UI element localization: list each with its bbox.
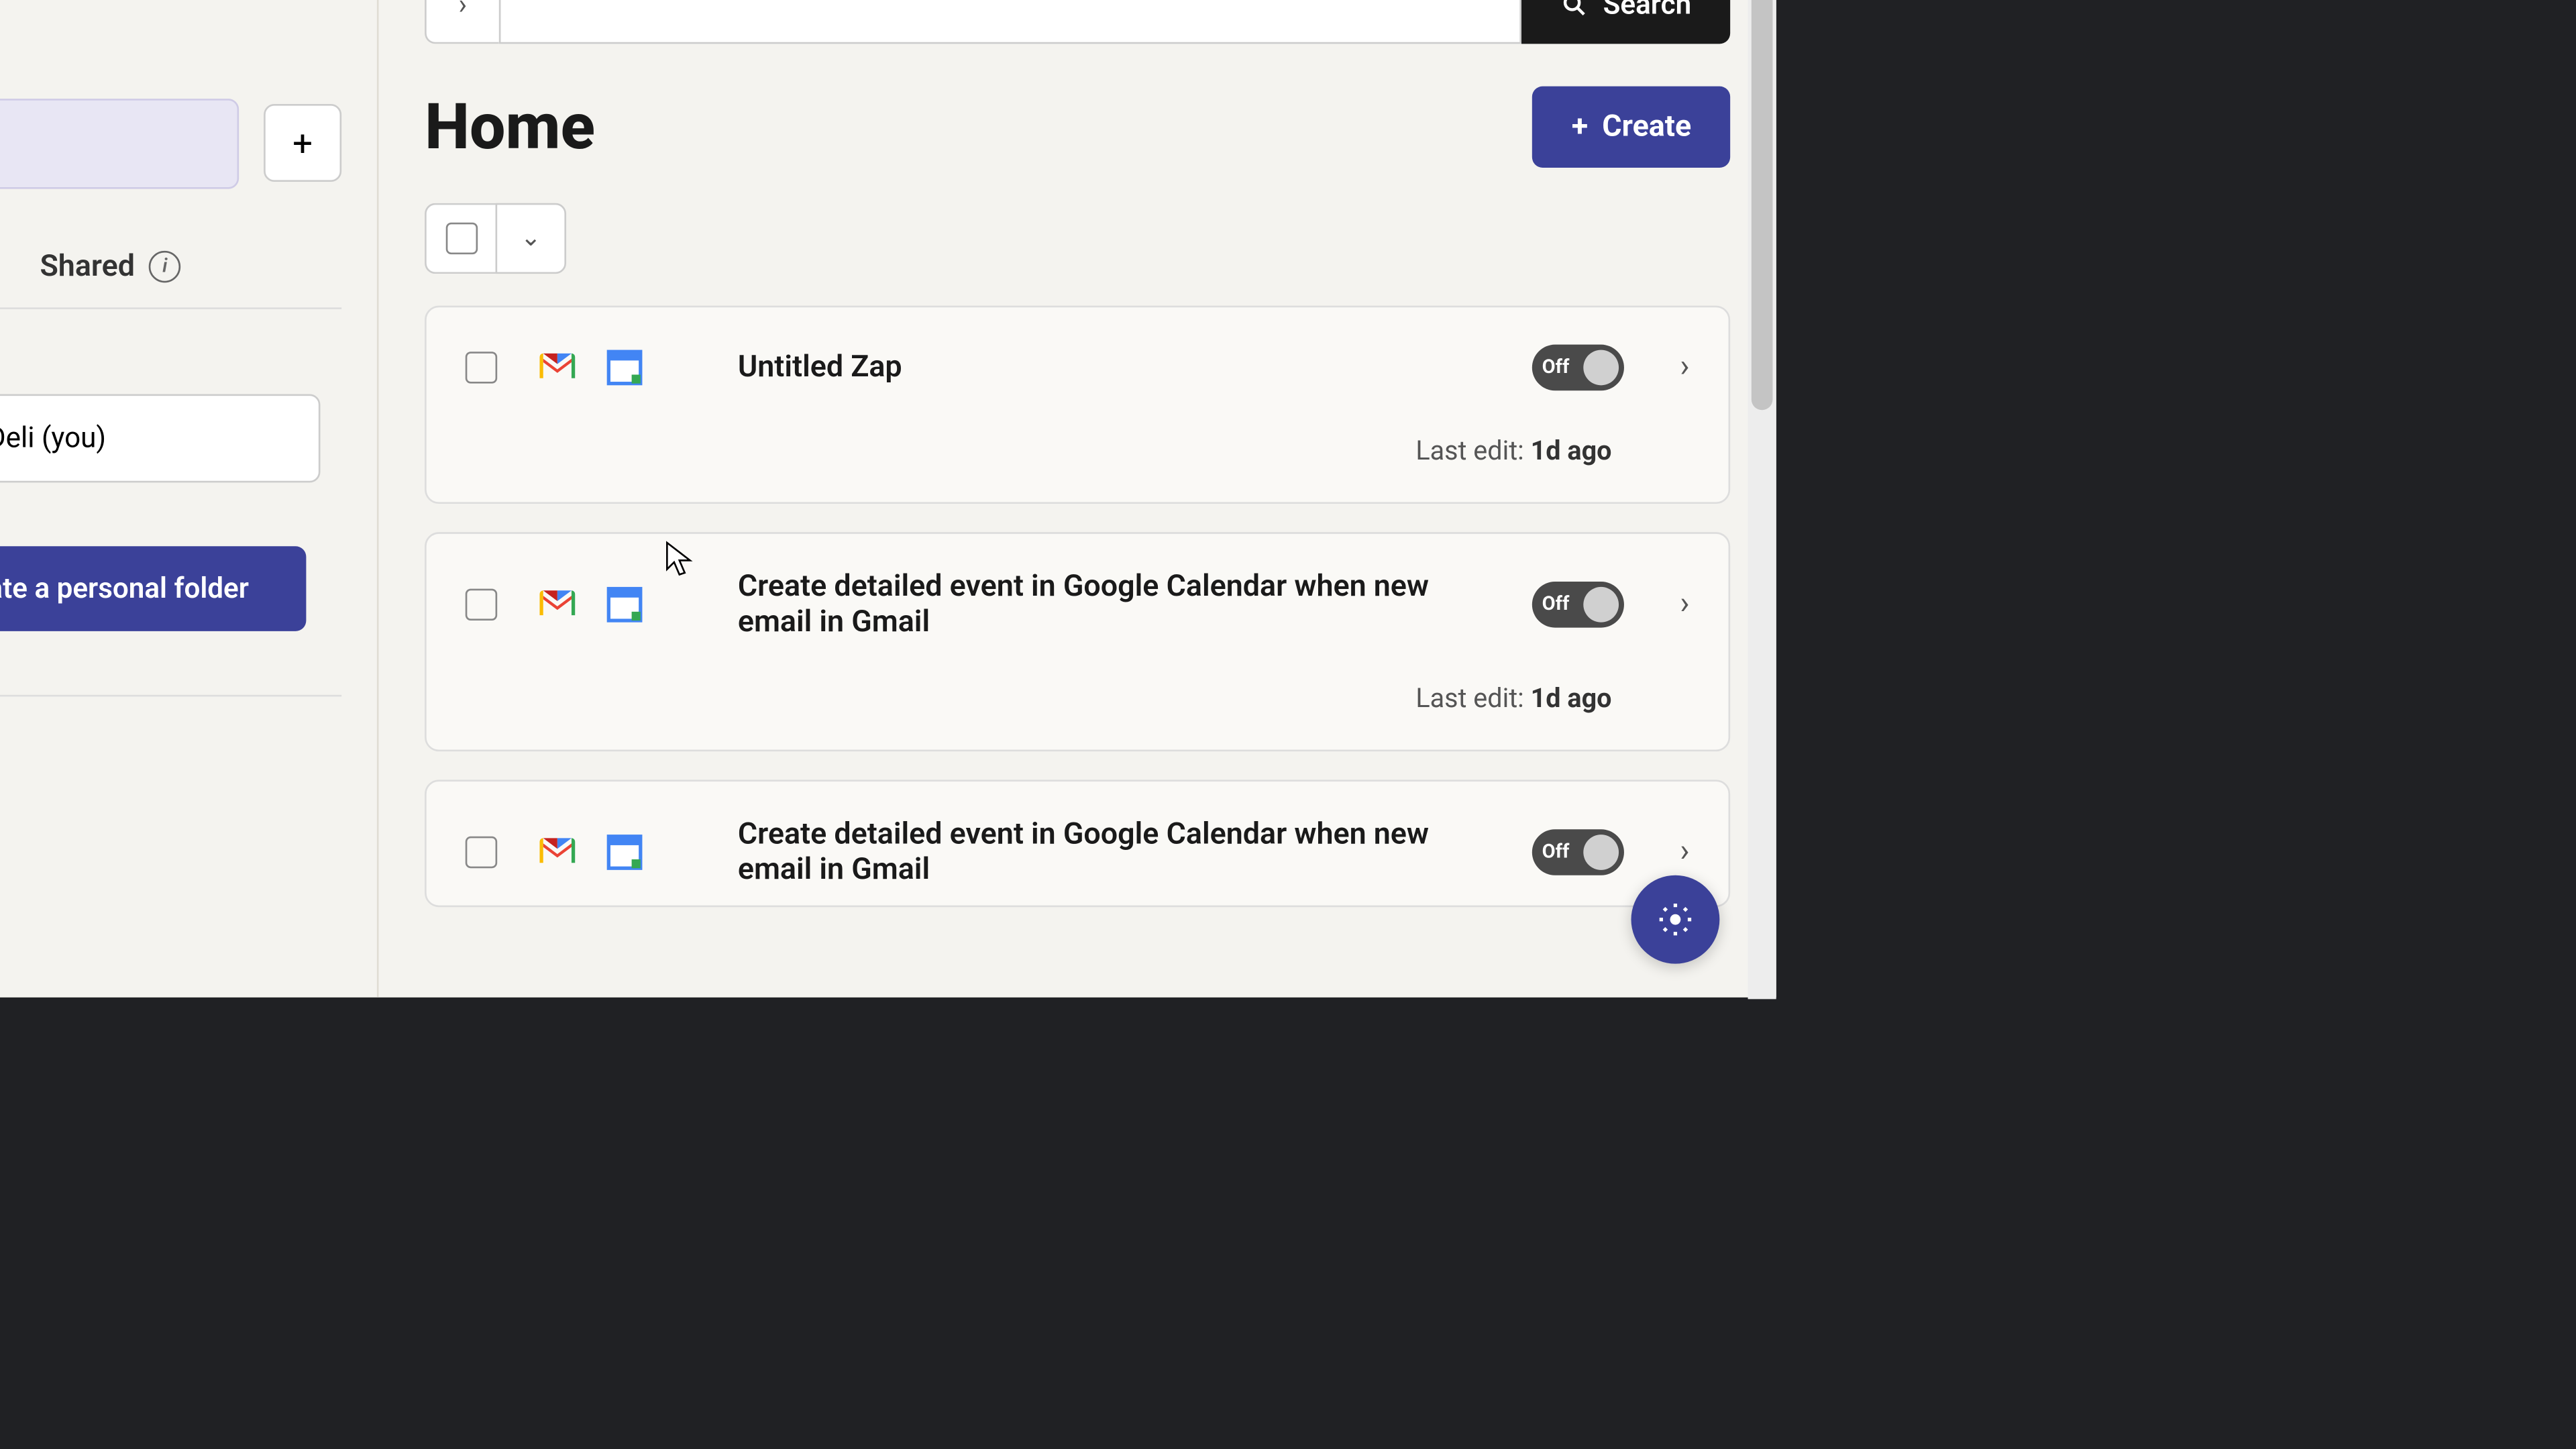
zap-checkbox[interactable]	[466, 835, 497, 867]
chevron-right-icon: ›	[458, 0, 467, 21]
last-edit-label: Last edit:	[1415, 682, 1523, 713]
folder-tabs: Personal i Shared i	[0, 231, 341, 309]
divider	[0, 694, 341, 696]
plus-icon: +	[292, 121, 313, 164]
create-folder-label: Create a personal folder	[0, 571, 249, 604]
zap-toggle[interactable]: Off	[1532, 581, 1623, 627]
zap-title[interactable]: Create detailed event in Google Calendar…	[738, 816, 1496, 886]
help-chat-button[interactable]	[1631, 875, 1720, 964]
folder-panel-title: Zaps	[0, 0, 341, 56]
google-calendar-icon	[600, 342, 649, 392]
tab-shared[interactable]: Shared i	[33, 231, 188, 307]
search-input[interactable]	[499, 0, 1522, 43]
last-edit-value: 1d ago	[1531, 682, 1612, 713]
chevron-right-icon[interactable]: ›	[1680, 833, 1689, 869]
zap-checkbox[interactable]	[466, 351, 497, 382]
zap-toggle[interactable]: Off	[1532, 828, 1623, 875]
zap-title[interactable]: Untitled Zap	[738, 349, 1496, 384]
scrollbar-thumb[interactable]	[1752, 0, 1773, 410]
vertical-scrollbar[interactable]	[1748, 0, 1776, 999]
select-dropdown[interactable]: ⌄	[496, 202, 566, 272]
google-calendar-icon	[600, 579, 649, 629]
gmail-icon	[533, 342, 582, 392]
trash-folder[interactable]: Trash	[0, 738, 341, 775]
expand-search-button[interactable]: ›	[425, 0, 499, 43]
chevron-right-icon[interactable]: ›	[1680, 348, 1689, 385]
google-calendar-icon	[600, 826, 649, 876]
folder-panel: Zaps Home + Personal i Shared i Owned by	[0, 0, 379, 996]
last-edit-value: 1d ago	[1531, 434, 1612, 466]
select-all-checkbox[interactable]	[425, 202, 495, 272]
zap-title[interactable]: Create detailed event in Google Calendar…	[738, 568, 1496, 639]
owned-by-label: Owned by	[0, 343, 341, 375]
owner-select[interactable]: LD Lauren Deli (you)	[0, 393, 320, 482]
plus-icon: +	[1572, 109, 1588, 144]
add-folder-button[interactable]: +	[264, 104, 341, 182]
content-heading: Home	[425, 89, 595, 164]
zap-card: Create detailed event in Google Calendar…	[425, 779, 1730, 906]
zap-card: Create detailed event in Google Calendar…	[425, 531, 1730, 751]
zap-toggle[interactable]: Off	[1532, 343, 1623, 390]
chevron-down-icon: ⌄	[521, 223, 541, 252]
toggle-label: Off	[1542, 592, 1570, 615]
home-folder-chip[interactable]: Home	[0, 98, 239, 188]
owner-name: Lauren Deli (you)	[0, 421, 106, 454]
search-button[interactable]: Search	[1521, 0, 1730, 43]
gmail-icon	[533, 826, 582, 876]
info-icon[interactable]: i	[149, 250, 180, 282]
content-panel: › Search Home + Create ⌄	[379, 0, 1776, 996]
gmail-icon	[533, 579, 582, 629]
create-button[interactable]: + Create	[1533, 85, 1730, 166]
tab-label: Shared	[40, 248, 135, 284]
toggle-label: Off	[1542, 355, 1570, 378]
zap-card: Untitled Zap Off › Last edit: 1d ago	[425, 305, 1730, 502]
chevron-right-icon[interactable]: ›	[1680, 585, 1689, 622]
create-personal-folder-button[interactable]: + Create a personal folder	[0, 545, 306, 631]
create-button-label: Create	[1602, 109, 1691, 144]
search-button-label: Search	[1603, 0, 1691, 21]
last-edit-label: Last edit:	[1415, 434, 1523, 466]
zap-checkbox[interactable]	[466, 588, 497, 619]
toggle-label: Off	[1542, 840, 1570, 863]
